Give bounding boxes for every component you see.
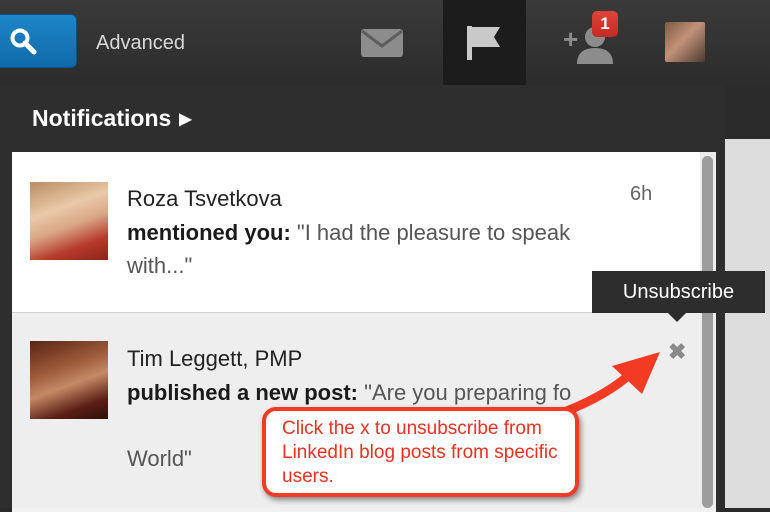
annotation-callout: Click the x to unsubscribe from LinkedIn… xyxy=(262,407,579,497)
